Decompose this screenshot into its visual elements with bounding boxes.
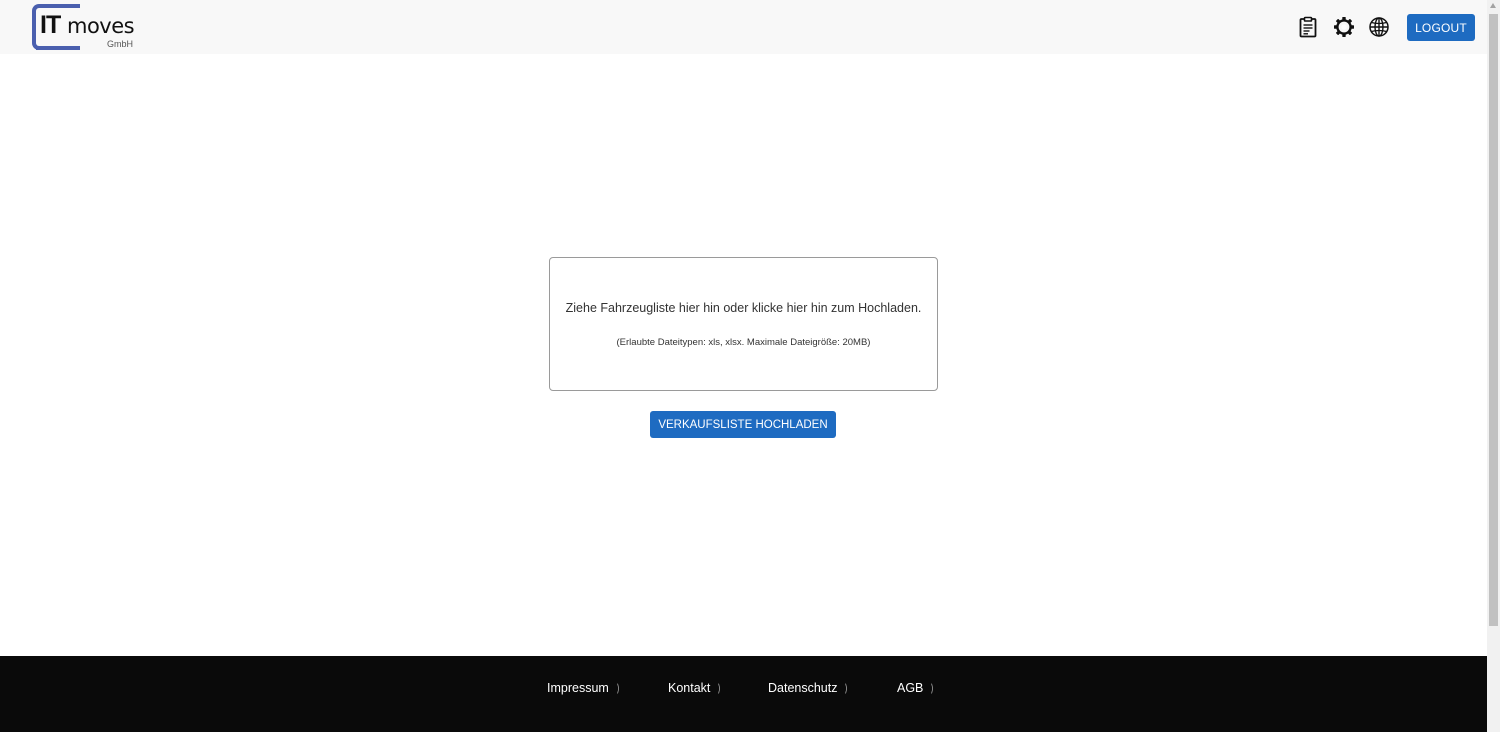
scroll-up-arrow-icon[interactable] bbox=[1490, 3, 1496, 8]
upload-sales-list-button[interactable]: VERKAUFSLISTE HOCHLADEN bbox=[650, 411, 836, 438]
footer-link-label: Kontakt bbox=[668, 681, 711, 695]
footer-link-impressum[interactable]: Impressum ⟩ bbox=[547, 681, 620, 695]
footer-link-label: Impressum bbox=[547, 681, 609, 695]
logout-button[interactable]: LOGOUT bbox=[1407, 14, 1475, 41]
chevron-right-icon: ⟩ bbox=[931, 683, 934, 695]
footer-link-label: AGB bbox=[897, 681, 924, 695]
clipboard-icon[interactable] bbox=[1297, 16, 1319, 38]
vertical-scrollbar[interactable] bbox=[1487, 0, 1500, 732]
chevron-right-icon: ⟩ bbox=[845, 683, 848, 695]
logo-gmbh-text: GmbH bbox=[107, 39, 134, 49]
chevron-right-icon: ⟩ bbox=[718, 683, 721, 695]
dropzone-instruction: Ziehe Fahrzeugliste hier hin oder klicke… bbox=[565, 301, 922, 315]
footer-link-datenschutz[interactable]: Datenschutz ⟩ bbox=[768, 681, 849, 695]
footer-link-agb[interactable]: AGB ⟩ bbox=[897, 681, 935, 695]
file-dropzone[interactable]: Ziehe Fahrzeugliste hier hin oder klicke… bbox=[549, 257, 938, 391]
company-logo[interactable]: IT moves GmbH bbox=[30, 3, 142, 51]
logo-moves-text: moves bbox=[67, 14, 135, 38]
footer-link-kontakt[interactable]: Kontakt ⟩ bbox=[668, 681, 722, 695]
globe-icon[interactable] bbox=[1368, 16, 1390, 38]
top-header: IT moves GmbH LOGOUT bbox=[0, 0, 1487, 54]
page: IT moves GmbH LOGOUT Ziehe Fahrzeugliste… bbox=[0, 0, 1500, 732]
logo-it-text: IT bbox=[40, 11, 61, 39]
dropzone-file-info: (Erlaubte Dateitypen: xls, xlsx. Maximal… bbox=[616, 337, 871, 348]
footer-link-label: Datenschutz bbox=[768, 681, 838, 695]
scrollbar-thumb[interactable] bbox=[1489, 14, 1498, 626]
chevron-right-icon: ⟩ bbox=[616, 683, 620, 695]
gear-icon[interactable] bbox=[1333, 16, 1355, 38]
footer: Impressum ⟩ Kontakt ⟩ Datenschutz ⟩ AGB ⟩ bbox=[0, 656, 1487, 732]
